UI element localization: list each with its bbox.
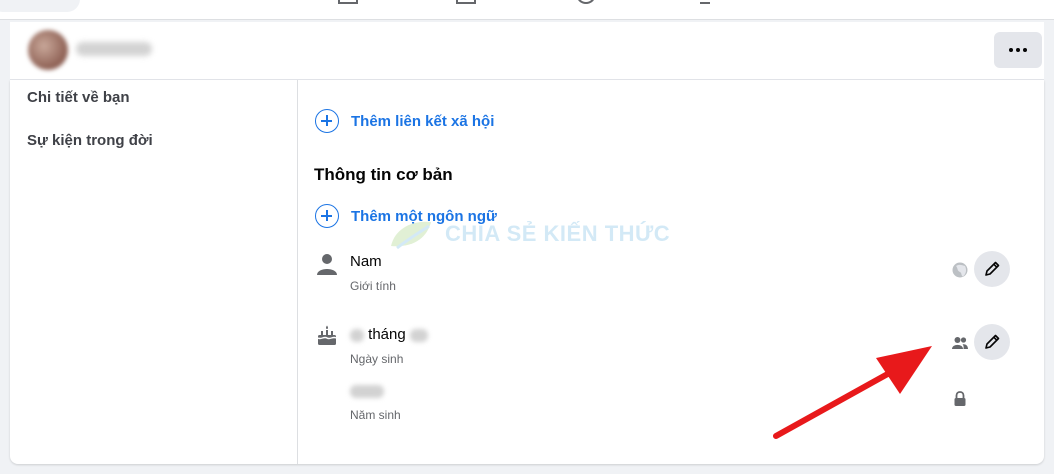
- birth-year-value: [350, 382, 384, 399]
- birthday-cake-icon: [317, 325, 337, 345]
- about-content: Thêm liên kết xã hội Thông tin cơ bản Th…: [299, 80, 1044, 464]
- home-nav-icon[interactable]: [338, 0, 358, 4]
- edit-gender-button[interactable]: [974, 251, 1010, 287]
- add-language-button[interactable]: Thêm một ngôn ngữ: [315, 204, 497, 228]
- section-title: Thông tin cơ bản: [314, 165, 453, 184]
- sidebar-item-life-events[interactable]: Sự kiện trong đời: [27, 132, 153, 149]
- add-social-link-button[interactable]: Thêm liên kết xã hội: [315, 109, 494, 133]
- plus-circle-icon: [315, 109, 339, 133]
- edit-birthday-button[interactable]: [974, 324, 1010, 360]
- more-dots-icon: [1009, 48, 1013, 52]
- groups-nav-icon[interactable]: [576, 0, 596, 4]
- top-navigation-bar: [0, 0, 1054, 20]
- gender-value: Nam: [350, 253, 382, 270]
- add-social-link-label: Thêm liên kết xã hội: [351, 112, 495, 130]
- birth-year-label: Năm sinh: [350, 408, 401, 422]
- about-sidebar: Chi tiết về bạn Sự kiện trong đời: [10, 80, 298, 464]
- birth-year-blurred: [350, 384, 384, 398]
- person-icon: [317, 254, 337, 275]
- gaming-nav-icon[interactable]: [700, 0, 710, 4]
- profile-name-blurred[interactable]: [76, 42, 152, 56]
- friends-icon[interactable]: [951, 334, 969, 352]
- sidebar-item-details-about-you[interactable]: Chi tiết về bạn: [27, 89, 130, 106]
- marketplace-nav-icon[interactable]: [456, 0, 476, 4]
- add-language-label: Thêm một ngôn ngữ: [351, 207, 497, 225]
- pencil-icon: [985, 334, 1000, 349]
- avatar[interactable]: [28, 30, 68, 70]
- globe-icon[interactable]: [951, 261, 969, 279]
- profile-header-bar: [10, 22, 1044, 80]
- gender-label: Giới tính: [350, 279, 396, 293]
- birthday-day-blurred: [350, 328, 364, 342]
- plus-circle-icon: [315, 204, 339, 228]
- birthday-month-blurred: [409, 328, 428, 342]
- pencil-icon: [985, 261, 1000, 276]
- birthday-month-word: tháng: [368, 326, 406, 343]
- lock-icon[interactable]: [951, 390, 969, 408]
- more-options-button[interactable]: [994, 32, 1042, 68]
- search-box[interactable]: [0, 0, 80, 12]
- birthday-value: tháng: [350, 326, 428, 343]
- about-card: Chi tiết về bạn Sự kiện trong đời Thêm l…: [10, 80, 1044, 464]
- birthday-label: Ngày sinh: [350, 352, 404, 366]
